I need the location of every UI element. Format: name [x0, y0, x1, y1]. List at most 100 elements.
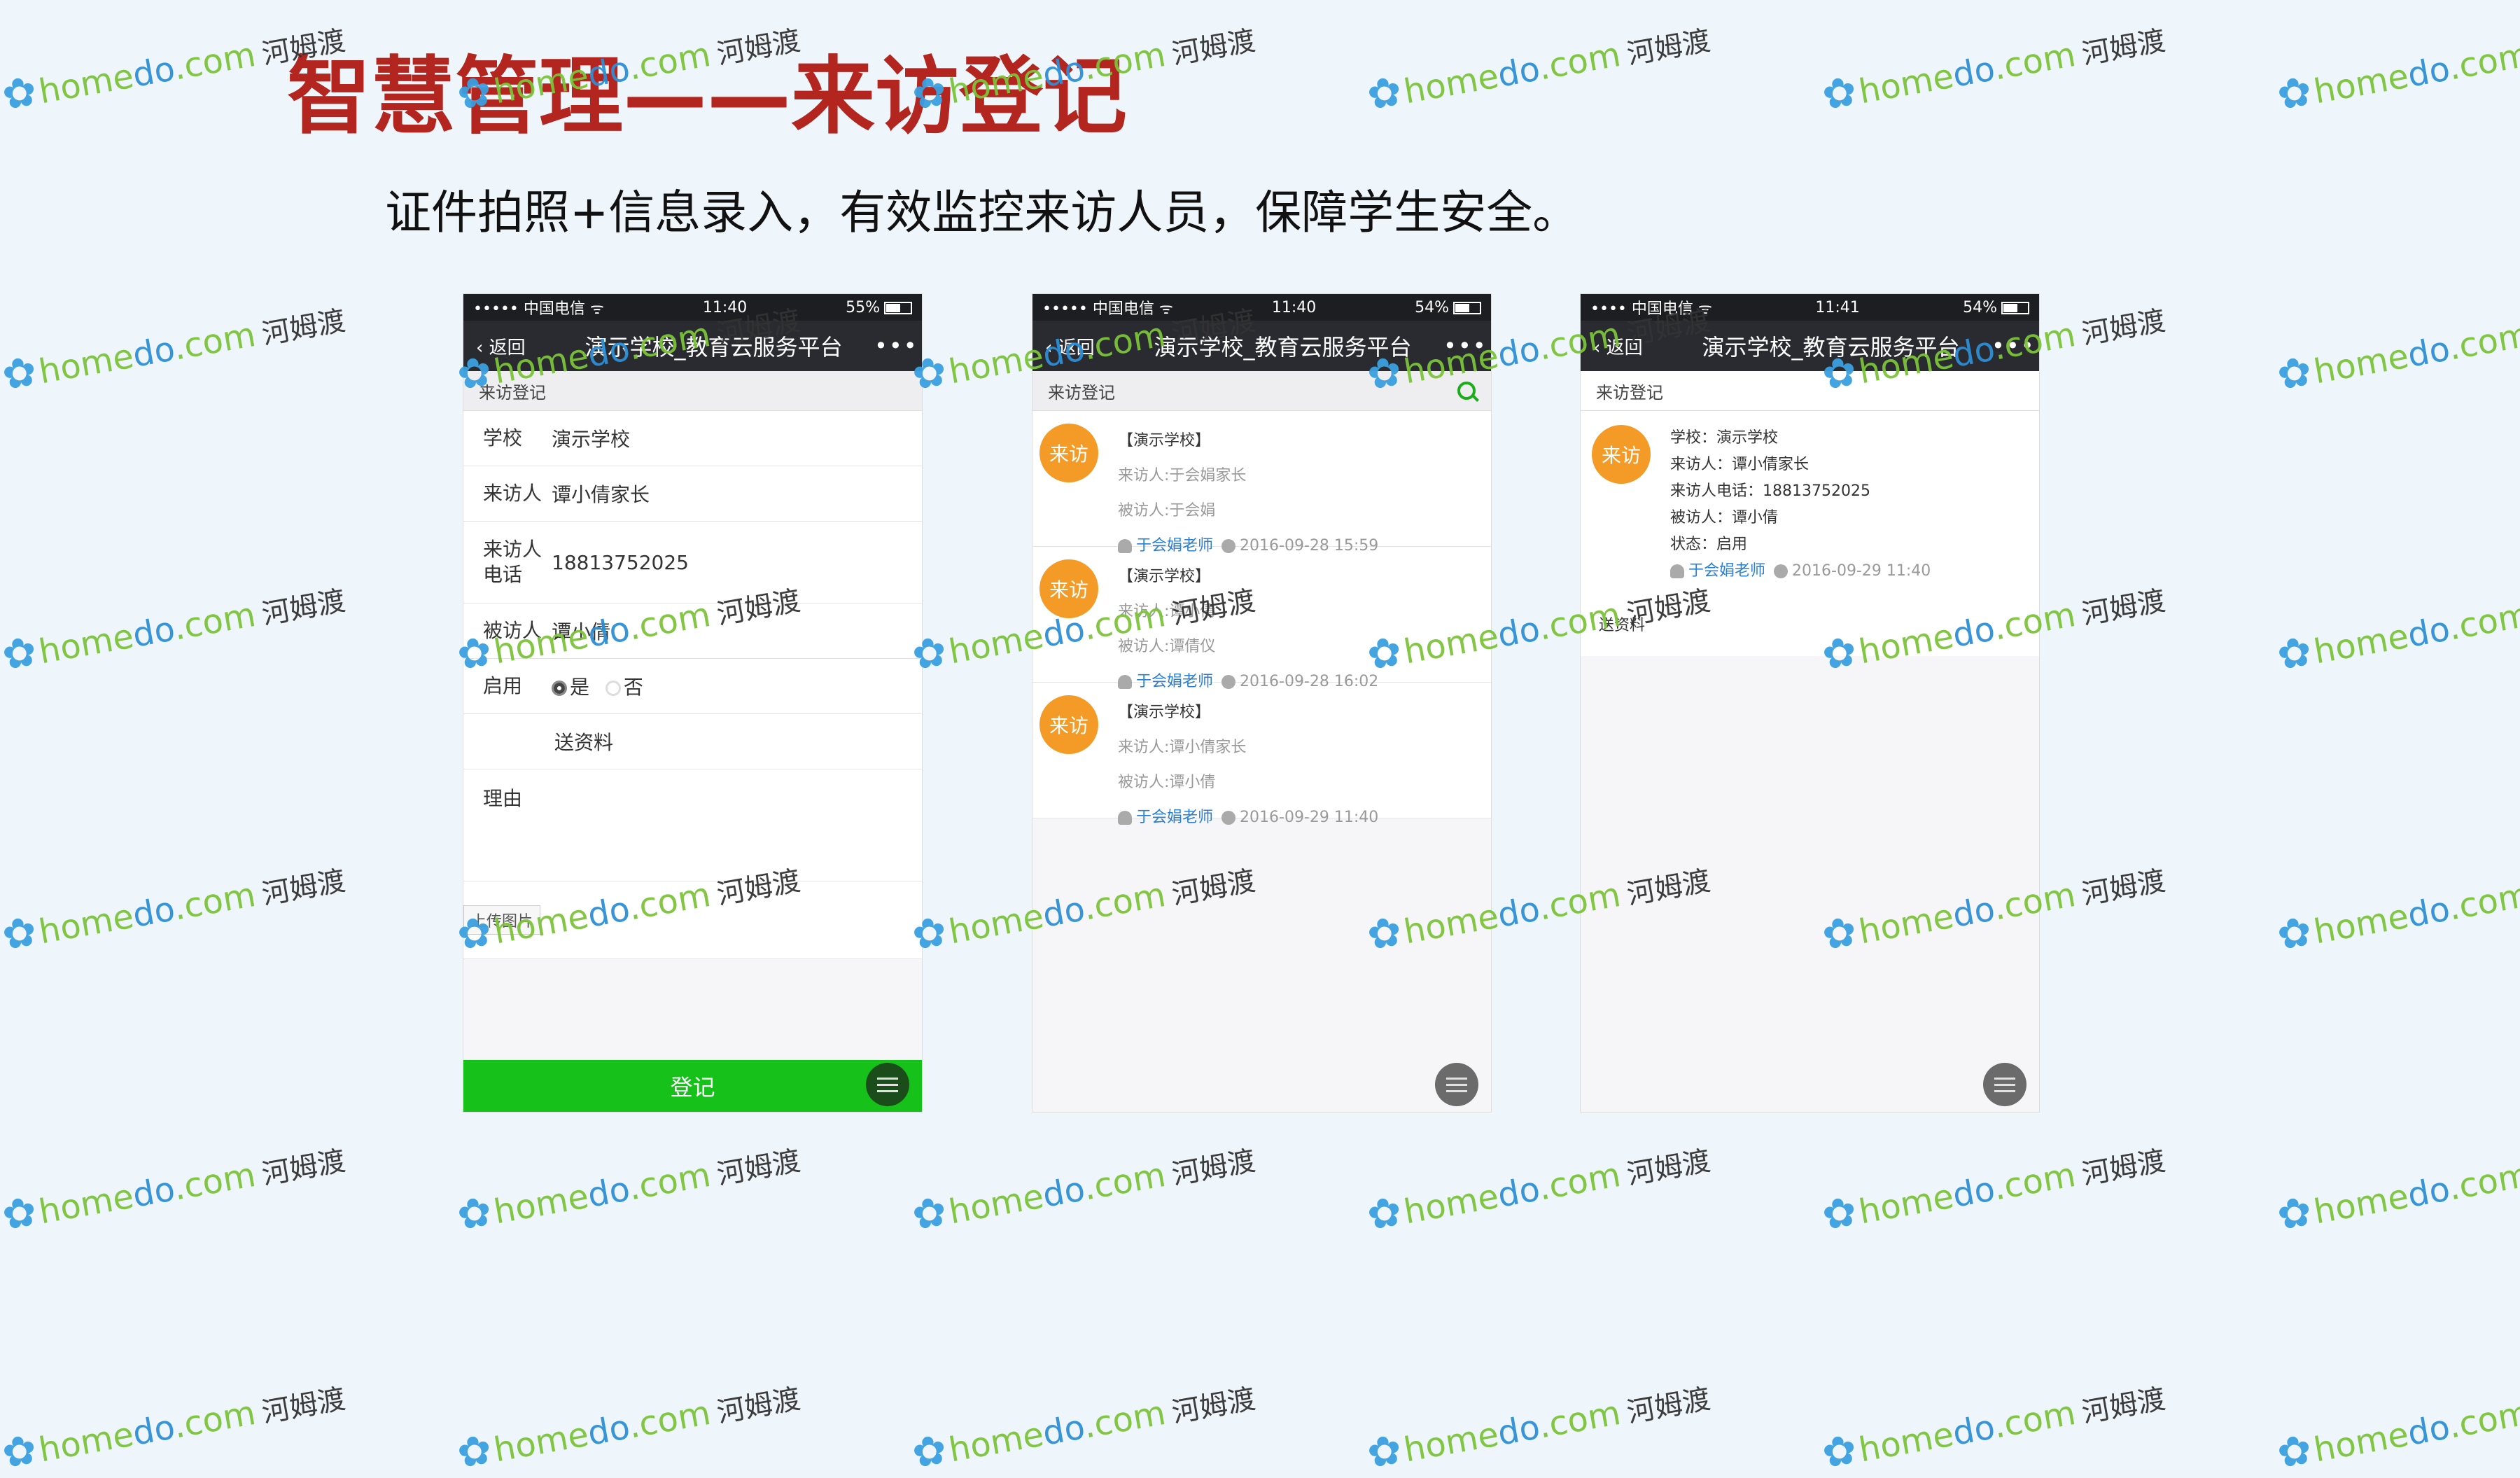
watermark-logo: ✿homedo.com河姆渡 [2273, 1155, 2520, 1240]
nav-title: 演示学校_教育云服务平台 [1702, 334, 1960, 361]
send-materials-field[interactable]: 送资料 [463, 714, 922, 769]
enable-field: 启用 是 否 [463, 659, 922, 714]
radio-no[interactable] [605, 681, 621, 696]
watermark-logo: ✿homedo.com河姆渡 [2273, 874, 2520, 960]
clock-label: 11:40 [702, 298, 748, 316]
battery-label: 55% [846, 298, 880, 316]
phone-visitor-list: ••••• 中国电信 ᯤ 11:40 54% ‹ 返回 演示学校_教育云服务平台… [1032, 294, 1491, 1112]
visit-badge: 来访 [1040, 424, 1098, 482]
watermark-logo: ✿homedo.com河姆渡 [453, 1145, 803, 1240]
search-icon[interactable] [1457, 382, 1476, 400]
watermark-logo: ✿homedo.com河姆渡 [2273, 1393, 2520, 1478]
visitor-field[interactable]: 来访人 谭小倩家长 [463, 466, 922, 522]
more-menu-icon[interactable]: ••• [874, 333, 917, 359]
field-label: 来访人 [483, 482, 542, 505]
watermark-logo: ✿homedo.com河姆渡 [453, 1383, 803, 1478]
menu-fab-icon[interactable] [1983, 1063, 2026, 1106]
watermark-logo: ✿homedo.com河姆渡 [908, 1145, 1258, 1240]
section-header: 来访登记 [1032, 371, 1491, 411]
watermark-logo: ✿homedo.com河姆渡 [1818, 25, 2168, 120]
watermark-logo: ✿homedo.com河姆渡 [2273, 594, 2520, 680]
visitor-phone-field[interactable]: 来访人电话 18813752025 [463, 522, 922, 604]
field-label: 学校 [483, 426, 523, 449]
send-materials-label: 送资料 [1581, 613, 2039, 656]
slide-title: 智慧管理——来访登记 [287, 48, 1127, 146]
field-label: 被访人 [483, 619, 542, 642]
clock-icon [1222, 811, 1236, 825]
field-value: 谭小倩 [552, 620, 611, 643]
more-menu-icon[interactable]: ••• [1991, 333, 2034, 359]
visit-badge: 来访 [1040, 695, 1098, 754]
visit-detail: 来访 学校：演示学校 来访人：谭小倩家长 来访人电话：18813752025 被… [1581, 411, 2039, 613]
back-button[interactable]: ‹ 返回 [1593, 333, 1670, 359]
nav-title: 演示学校_教育云服务平台 [584, 334, 843, 361]
list-item[interactable]: 来访 【演示学校】 来访人:于会娟家长 被访人:于会娟 于会娟老师 2016-09… [1032, 411, 1491, 555]
clock-label: 11:41 [1815, 298, 1860, 316]
field-value: 谭小倩家长 [552, 483, 650, 506]
reason-field[interactable]: 理由 [463, 769, 922, 881]
battery-icon [1453, 301, 1481, 314]
back-button[interactable]: ‹ 返回 [476, 333, 553, 359]
clock-icon [1774, 564, 1788, 578]
list-item[interactable]: 来访 【演示学校】 来访人:谭小倩家长 被访人:谭小倩 于会娟老师 2016-09… [1032, 683, 1491, 826]
visit-form: 学校 演示学校 来访人 谭小倩家长 来访人电话 18813752025 被访人 … [463, 411, 922, 959]
register-button[interactable]: 登记 [463, 1060, 922, 1112]
field-value: 演示学校 [552, 428, 631, 451]
battery-label: 54% [1963, 298, 1997, 316]
battery-label: 54% [1415, 298, 1449, 316]
field-value: 18813752025 [552, 550, 689, 574]
section-header: 来访登记 [1581, 371, 2039, 411]
field-label: 来访人电话 [483, 538, 542, 586]
carrier-label: ••••• 中国电信 ᯤ [473, 300, 604, 318]
chevron-left-icon: ‹ [476, 337, 489, 358]
back-button[interactable]: ‹ 返回 [1045, 333, 1122, 359]
nav-title: 演示学校_教育云服务平台 [1154, 334, 1412, 361]
clock-icon [1222, 539, 1236, 553]
radio-yes[interactable] [552, 681, 567, 696]
battery-icon [884, 301, 912, 314]
carrier-label: •••• 中国电信 ᯤ [1590, 300, 1712, 318]
clock-label: 11:40 [1271, 298, 1317, 316]
nav-bar: ‹ 返回 演示学校_教育云服务平台 ••• [1581, 321, 2039, 371]
watermark-logo: ✿homedo.com河姆渡 [0, 1383, 348, 1478]
status-bar: ••••• 中国电信 ᯤ 11:40 54% [1032, 294, 1491, 321]
slide-subtitle: 证件拍照+信息录入，有效监控来访人员，保障学生安全。 [385, 186, 1579, 239]
watermark-logo: ✿homedo.com河姆渡 [0, 305, 348, 400]
watermark-logo: ✿homedo.com河姆渡 [908, 1383, 1258, 1478]
clock-icon [1222, 675, 1236, 689]
user-icon [1118, 811, 1132, 825]
watermark-logo: ✿homedo.com河姆渡 [1363, 1145, 1713, 1240]
list-item[interactable]: 来访 【演示学校】 来访人:谭小倩 被访人:谭倩仪 于会娟老师 2016-09-2… [1032, 547, 1491, 690]
school-field[interactable]: 学校 演示学校 [463, 411, 922, 466]
nav-bar: ‹ 返回 演示学校_教育云服务平台 ••• [463, 321, 922, 371]
watermark-logo: ✿homedo.com河姆渡 [2273, 314, 2520, 400]
menu-fab-icon[interactable] [866, 1063, 909, 1106]
watermark-logo: ✿homedo.com河姆渡 [1363, 1383, 1713, 1478]
upload-row: 上传图片 [463, 881, 922, 959]
watermark-logo: ✿homedo.com河姆渡 [0, 585, 348, 680]
watermark-logo: ✿homedo.com河姆渡 [1818, 1145, 2168, 1240]
phone-registration-form: ••••• 中国电信 ᯤ 11:40 55% ‹ 返回 演示学校_教育云服务平台… [463, 294, 922, 1112]
visit-badge: 来访 [1592, 425, 1651, 484]
phone-visitor-detail: •••• 中国电信 ᯤ 11:41 54% ‹ 返回 演示学校_教育云服务平台 … [1581, 294, 2039, 1112]
watermark-logo: ✿homedo.com河姆渡 [1818, 1383, 2168, 1478]
nav-bar: ‹ 返回 演示学校_教育云服务平台 ••• [1032, 321, 1491, 371]
user-icon [1118, 675, 1132, 689]
section-header: 来访登记 [463, 371, 922, 411]
watermark-logo: ✿homedo.com河姆渡 [2273, 34, 2520, 120]
user-icon [1670, 564, 1684, 578]
field-label: 启用 [483, 674, 523, 697]
battery-icon [2001, 301, 2029, 314]
user-icon [1118, 539, 1132, 553]
watermark-logo: ✿homedo.com河姆渡 [1363, 25, 1713, 120]
field-label: 理由 [483, 787, 523, 810]
more-menu-icon[interactable]: ••• [1443, 333, 1486, 359]
chevron-left-icon: ‹ [1593, 337, 1606, 358]
visit-badge: 来访 [1040, 559, 1098, 618]
menu-fab-icon[interactable] [1435, 1063, 1478, 1106]
status-bar: •••• 中国电信 ᯤ 11:41 54% [1581, 294, 2039, 321]
watermark-logo: ✿homedo.com河姆渡 [0, 1145, 348, 1240]
upload-image-button[interactable]: 上传图片 [463, 905, 541, 935]
status-bar: ••••• 中国电信 ᯤ 11:40 55% [463, 294, 922, 321]
host-field[interactable]: 被访人 谭小倩 [463, 604, 922, 659]
